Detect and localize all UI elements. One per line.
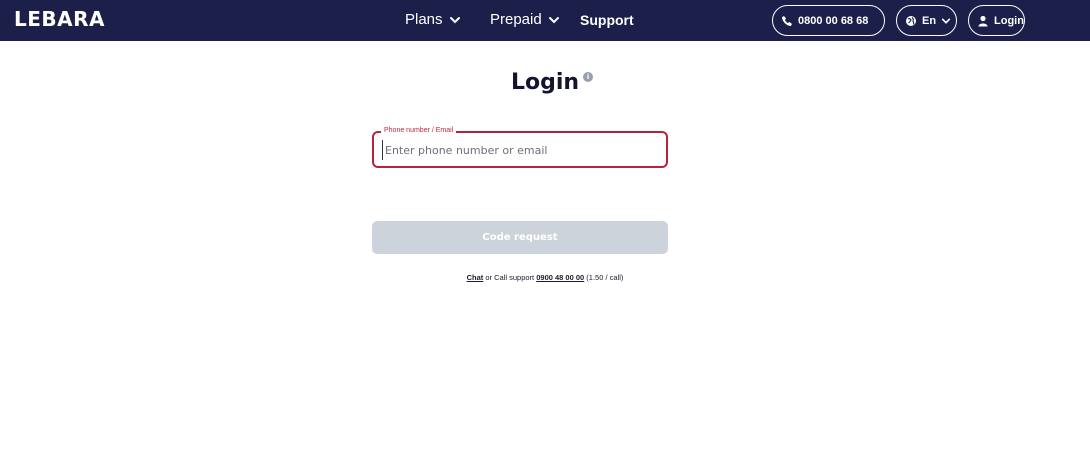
title-row: Login i	[0, 70, 1090, 95]
chat-link[interactable]: Chat	[467, 273, 484, 282]
nav-plans-label: Plans	[405, 11, 443, 28]
page-title: Login i	[510, 70, 594, 95]
support-line: Chat or Call support 0900 48 00 00 (1.50…	[0, 273, 1090, 282]
phone-email-input[interactable]	[382, 140, 652, 160]
language-selector[interactable]: En	[896, 5, 957, 36]
nav-plans[interactable]: Plans	[405, 11, 461, 28]
nav-prepaid-label: Prepaid	[490, 11, 542, 28]
phone-icon	[781, 15, 793, 27]
language-label: En	[922, 14, 937, 27]
page-title-text: Login	[510, 70, 580, 95]
globe-icon	[905, 15, 917, 27]
nav-prepaid[interactable]: Prepaid	[490, 11, 560, 28]
phone-number: 0800 00 68 68	[798, 14, 869, 27]
phone-button[interactable]: 0800 00 68 68	[772, 5, 885, 36]
chevron-down-icon	[941, 16, 951, 26]
chevron-down-icon	[449, 14, 461, 26]
user-icon	[977, 15, 989, 27]
nav-support-label: Support	[580, 12, 634, 28]
code-request-button[interactable]: Code request	[372, 221, 668, 254]
call-rate-text: (1.50 / call)	[584, 273, 624, 282]
nav-support[interactable]: Support	[580, 12, 634, 28]
login-label: Login	[994, 14, 1024, 27]
phone-email-label: Phone number / Email	[381, 126, 457, 136]
phone-email-field: Phone number / Email	[372, 126, 668, 168]
lebara-logo[interactable]: LEBARA	[14, 8, 105, 30]
support-phone-link[interactable]: 0900 48 00 00	[536, 273, 584, 282]
or-call-text: or Call support	[483, 273, 537, 282]
info-icon[interactable]: i	[583, 72, 594, 82]
login-button[interactable]: Login	[968, 5, 1025, 36]
top-navigation-bar: LEBARA Plans Prepaid Support 0800 00 68 …	[0, 0, 1090, 41]
chevron-down-icon	[548, 14, 560, 26]
